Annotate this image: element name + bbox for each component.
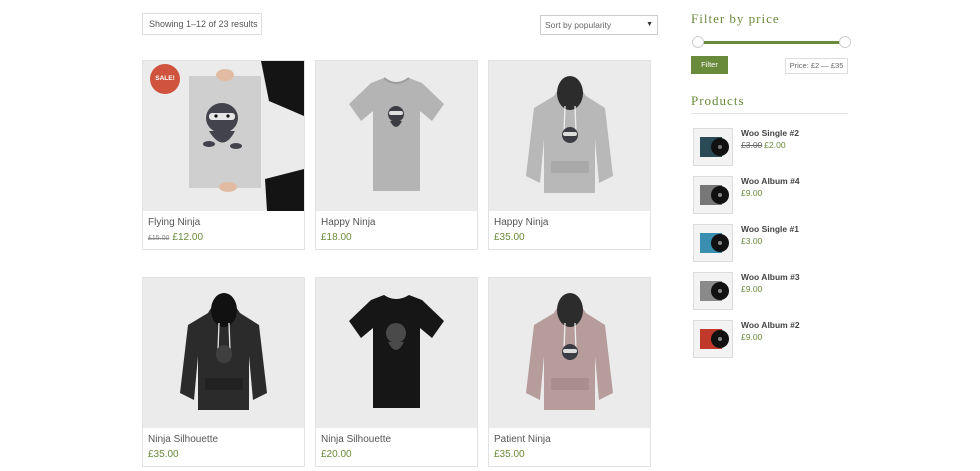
divider	[691, 113, 848, 114]
price-slider-max-handle[interactable]	[839, 36, 851, 48]
sidebar-product-item[interactable]: Woo Single #2 £3.00 £2.00	[693, 128, 853, 168]
sale-badge: SALE!	[150, 64, 180, 94]
product-card-happy-ninja-hoodie[interactable]: Happy Ninja £35.00	[488, 60, 651, 250]
result-count: Showing 1–12 of 23 results	[142, 13, 262, 35]
sidebar-product-price: £3.00	[741, 236, 763, 246]
product-card-patient-ninja[interactable]: Patient Ninja £35.00	[488, 277, 651, 467]
album-cover-thumbnail[interactable]	[693, 128, 733, 166]
product-image[interactable]	[143, 278, 304, 428]
album-cover-thumbnail[interactable]	[693, 224, 733, 262]
product-image[interactable]	[489, 278, 650, 428]
product-card-ninja-silhouette-hoodie[interactable]: Ninja Silhouette £35.00	[142, 277, 305, 467]
price-slider-range	[698, 41, 844, 44]
product-price: £20.00	[321, 449, 352, 460]
price-slider-min-handle[interactable]	[692, 36, 704, 48]
product-price: £35.00	[494, 449, 525, 460]
product-price: £18.00	[321, 232, 352, 243]
product-name[interactable]: Happy Ninja	[321, 217, 375, 228]
products-widget-title: Products	[691, 93, 745, 108]
product-name[interactable]: Ninja Silhouette	[148, 434, 218, 445]
sidebar-product-old-price: £3.00	[741, 140, 763, 150]
sidebar-product-name[interactable]: Woo Album #3	[741, 272, 800, 282]
product-card-ninja-silhouette-tshirt[interactable]: Ninja Silhouette £20.00	[315, 277, 478, 467]
sidebar-product-price: £3.00 £2.00	[741, 140, 786, 150]
sidebar-product-item[interactable]: Woo Single #1 £3.00	[693, 224, 853, 264]
sidebar-product-price: £9.00	[741, 188, 763, 198]
sidebar-product-name[interactable]: Woo Single #2	[741, 128, 799, 138]
sidebar-product-item[interactable]: Woo Album #2 £9.00	[693, 320, 853, 360]
album-cover-thumbnail[interactable]	[693, 320, 733, 358]
price-slider[interactable]	[692, 36, 851, 50]
sidebar-product-sale-price: £2.00	[764, 140, 786, 150]
sidebar-product-item[interactable]: Woo Album #4 £9.00	[693, 176, 853, 216]
product-image[interactable]	[316, 61, 477, 211]
product-name[interactable]: Patient Ninja	[494, 434, 551, 445]
product-old-price: £15.00	[148, 235, 170, 242]
filter-by-price-title: Filter by price	[691, 11, 780, 26]
sidebar-product-name[interactable]: Woo Album #4	[741, 176, 800, 186]
product-price: £35.00	[148, 449, 179, 460]
product-name[interactable]: Flying Ninja	[148, 217, 200, 228]
product-price: £35.00	[494, 232, 525, 243]
product-name[interactable]: Happy Ninja	[494, 217, 548, 228]
sidebar-product-name[interactable]: Woo Single #1	[741, 224, 799, 234]
product-image[interactable]	[489, 61, 650, 211]
album-cover-thumbnail[interactable]	[693, 272, 733, 310]
sort-select[interactable]: Sort by popularity ▼	[540, 15, 658, 35]
product-image[interactable]	[316, 278, 477, 428]
sidebar-product-item[interactable]: Woo Album #3 £9.00	[693, 272, 853, 312]
product-sale-price: £12.00	[172, 232, 204, 243]
album-cover-thumbnail[interactable]	[693, 176, 733, 214]
sidebar-product-name[interactable]: Woo Album #2	[741, 320, 800, 330]
product-name[interactable]: Ninja Silhouette	[321, 434, 391, 445]
dropdown-arrow-icon: ▼	[646, 21, 653, 28]
sidebar-product-price: £9.00	[741, 284, 763, 294]
filter-button[interactable]: Filter	[691, 56, 728, 74]
sort-selected-label: Sort by popularity	[545, 20, 612, 30]
product-card-happy-ninja-tshirt[interactable]: Happy Ninja £18.00	[315, 60, 478, 250]
product-price: £15.00 £12.00	[148, 232, 203, 243]
price-range-label: Price: £2 — £35	[785, 58, 848, 74]
sidebar-product-price: £9.00	[741, 332, 763, 342]
product-card-flying-ninja[interactable]: SALE! Flying Ninja £15.00 £12.00	[142, 60, 305, 250]
